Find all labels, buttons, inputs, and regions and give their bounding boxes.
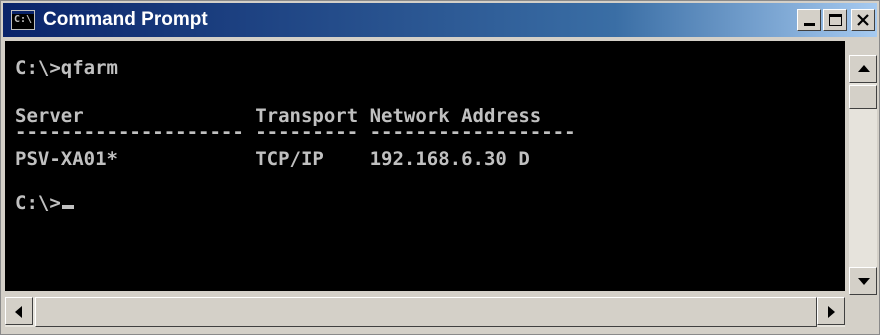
vertical-scroll-thumb[interactable] [849,85,877,109]
arrow-right-icon [828,306,835,318]
scroll-down-button[interactable] [849,267,877,295]
window-title: Command Prompt [43,9,208,30]
console-line-command: C:\>qfarm [15,57,118,79]
arrow-left-icon [15,306,22,318]
horizontal-scrollbar[interactable] [5,297,845,327]
arrow-down-icon [858,278,870,285]
minimize-icon [804,23,815,26]
console-icon-text: C:\ [14,14,33,25]
maximize-icon [829,14,842,26]
scroll-right-button[interactable] [817,297,845,325]
scroll-left-button[interactable] [5,297,33,325]
maximize-button[interactable] [823,9,847,31]
prompt-text: C:\> [15,192,61,214]
command-prompt-window: C:\ Command Prompt C:\>qfarm Server Tran… [0,0,880,335]
vertical-scrollbar[interactable] [849,55,877,295]
console-line-prompt: C:\> [15,192,74,214]
close-button[interactable] [851,9,875,31]
text-cursor [61,205,74,209]
console-line-server-row: PSV-XA01* TCP/IP 192.168.6.30 D [15,148,530,170]
console-line-separator: -------------------- --------- ---------… [15,121,576,143]
minimize-button[interactable] [797,9,821,31]
console-icon[interactable]: C:\ [11,10,35,30]
console-output[interactable]: C:\>qfarm Server Transport Network Addre… [5,41,845,291]
size-grip[interactable] [849,299,877,327]
title-bar[interactable]: C:\ Command Prompt [3,3,877,37]
close-icon [857,14,869,26]
scroll-up-button[interactable] [849,55,877,83]
horizontal-scroll-thumb[interactable] [35,297,817,327]
arrow-up-icon [858,65,870,72]
